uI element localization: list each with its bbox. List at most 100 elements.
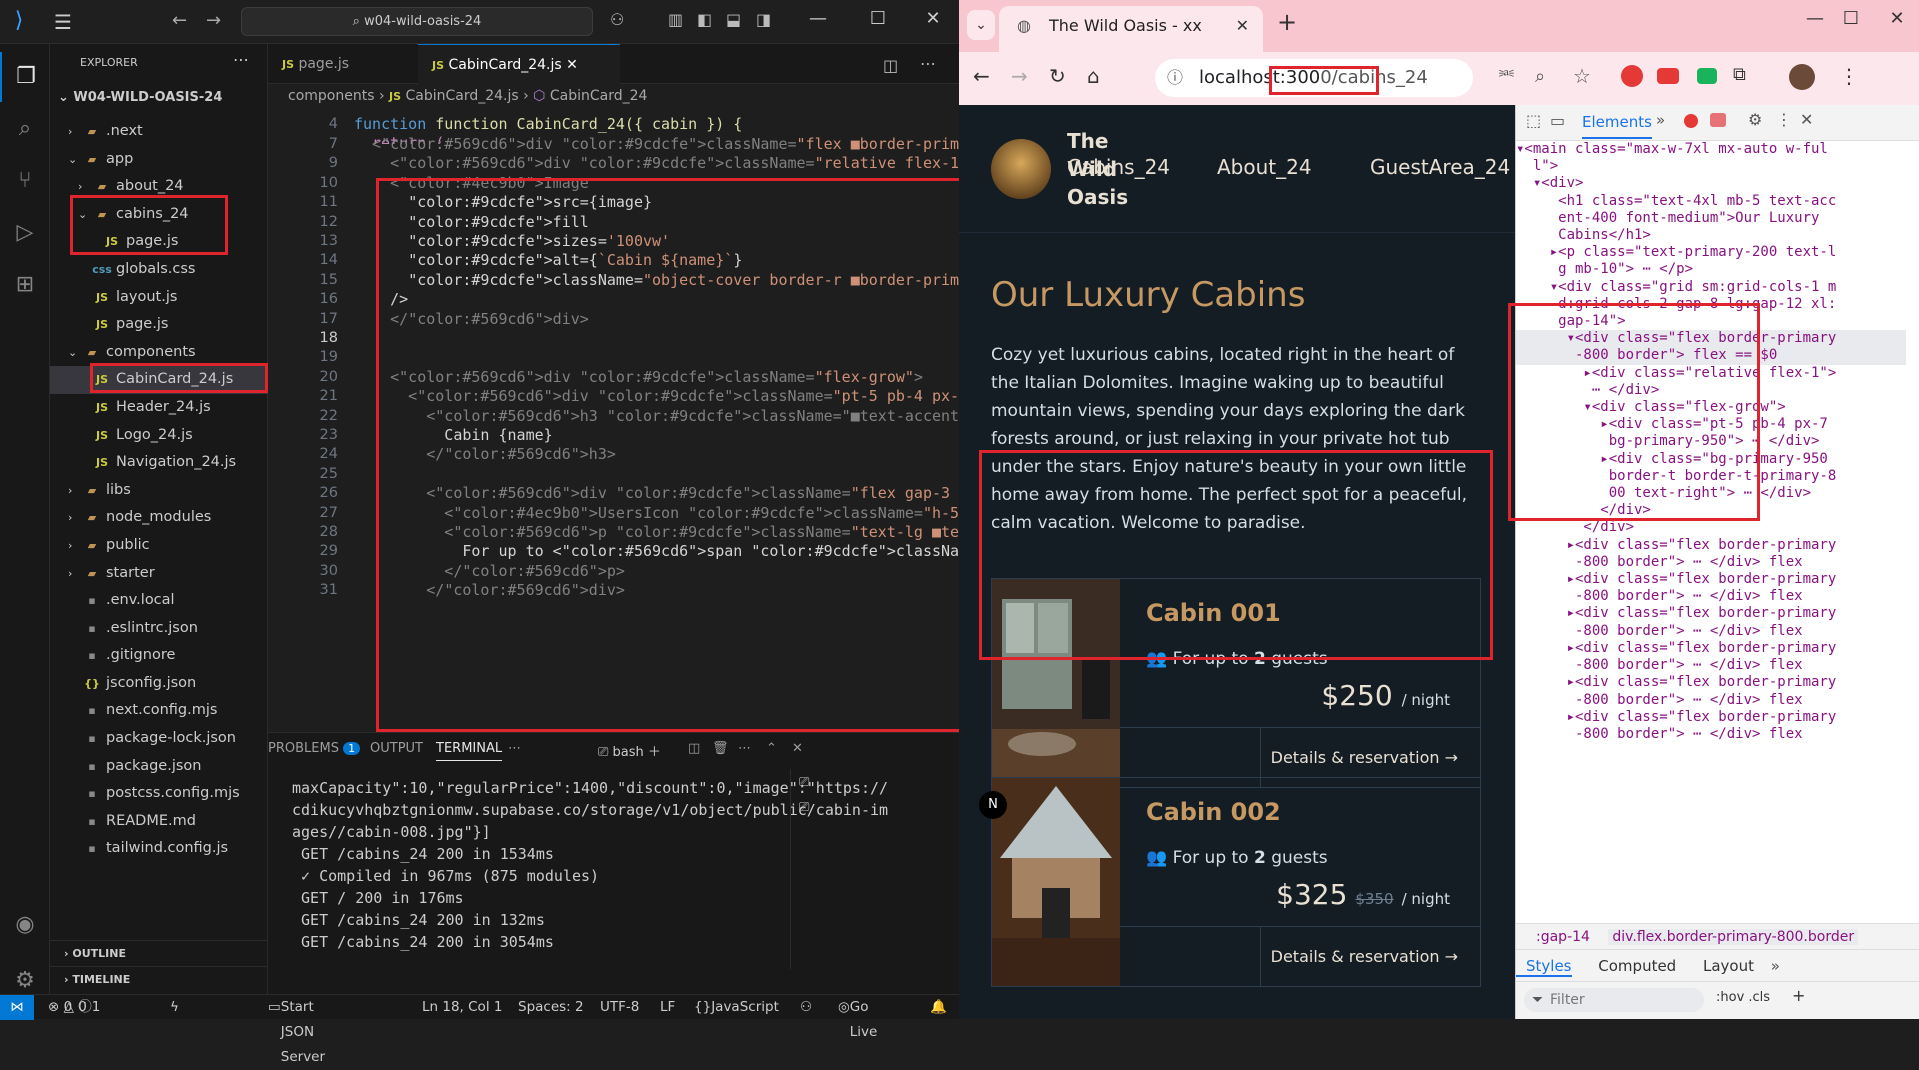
dom-node-line[interactable]: </div> xyxy=(1516,519,1906,536)
cursor-position[interactable]: Ln 18, Col 1 xyxy=(422,995,502,1020)
terminal-icon[interactable]: ⎚ xyxy=(799,775,818,790)
more-tabs-icon[interactable]: » xyxy=(1656,111,1665,129)
tab-page-js[interactable]: JS page.js xyxy=(268,44,418,84)
close-tab-icon[interactable]: ✕ xyxy=(566,57,578,73)
browser-tab[interactable]: ◍ The Wild Oasis - xx ✕ xyxy=(999,6,1263,52)
terminal-icon[interactable]: ⎚ xyxy=(799,800,818,815)
tab-styles[interactable]: Styles xyxy=(1516,957,1572,977)
dom-node-line[interactable]: ▸<div class="flex border-primary xyxy=(1516,605,1906,622)
tree-folder[interactable]: › ▰ starter xyxy=(50,560,268,588)
problems-status[interactable]: ⊗ 0 △ 0 ⓘ 1 xyxy=(48,995,100,1020)
nav-cabins[interactable]: Cabins_24 xyxy=(1067,155,1170,179)
toggle-secondary-sidebar-icon[interactable]: ◨ xyxy=(756,10,771,29)
close-button[interactable]: ✕ xyxy=(913,8,953,29)
encoding[interactable]: UTF-8 xyxy=(600,995,639,1020)
remote-icon[interactable]: ⋈ xyxy=(0,995,34,1020)
dom-node-line[interactable]: ⋯ </div> xyxy=(1516,382,1906,399)
home-icon[interactable]: ⌂ xyxy=(1087,64,1100,88)
extensions-puzzle-icon[interactable]: ⧉ xyxy=(1733,64,1746,85)
tree-file[interactable]: JS Header_24.js xyxy=(50,394,268,422)
tree-folder[interactable]: › ▰ libs xyxy=(50,477,268,505)
forward-arrow-icon[interactable]: → xyxy=(1011,64,1028,88)
dom-node-line[interactable]: </div> xyxy=(1516,502,1906,519)
tree-file[interactable]: ▪ package.json xyxy=(50,753,268,781)
close-icon[interactable]: ✕ xyxy=(1800,110,1813,129)
menu-icon[interactable]: ☰ xyxy=(54,10,72,34)
maximize-button[interactable]: ☐ xyxy=(1831,8,1871,29)
json-server-button[interactable]: ▭ Start JSON Server xyxy=(268,995,325,1065)
dom-node-line[interactable]: -800 border"> ⋯ </div> flex xyxy=(1516,726,1906,743)
dom-node-line[interactable]: l"> xyxy=(1516,158,1906,175)
dom-node-line[interactable]: ▸<div class="bg-primary-950 xyxy=(1516,451,1906,468)
bookmark-star-icon[interactable]: ☆ xyxy=(1573,64,1591,88)
hov-cls-toggles[interactable]: :hov .cls xyxy=(1716,990,1770,1005)
reload-icon[interactable]: ↻ xyxy=(1049,64,1066,88)
dom-node-line[interactable]: gap-14"> xyxy=(1516,313,1906,330)
close-button[interactable]: ✕ xyxy=(1877,8,1917,29)
maximize-panel-icon[interactable]: ⌃ xyxy=(766,741,777,756)
tab-cabincard[interactable]: JS CabinCard_24.js ✕ xyxy=(418,44,620,84)
more-icon[interactable]: ⋯ xyxy=(508,741,521,756)
dom-node-line[interactable]: <h1 class="text-4xl mb-5 text-acc xyxy=(1516,193,1906,210)
dom-node-line[interactable]: ▸<div class="pt-5 pb-4 px-7 xyxy=(1516,416,1906,433)
copilot-icon[interactable]: ⚇ xyxy=(800,995,812,1020)
more-tabs-icon[interactable]: » xyxy=(1759,957,1780,975)
nav-guest-area[interactable]: GuestArea_24 xyxy=(1370,155,1510,179)
dom-node-line[interactable]: ▾<div> xyxy=(1516,175,1906,192)
zoom-icon[interactable]: ⌕ xyxy=(1535,66,1545,87)
tree-file[interactable]: ▪ .env.local xyxy=(50,587,268,615)
dom-tree[interactable]: ▾<main class="max-w-7xl mx-auto w-ful l"… xyxy=(1516,141,1906,743)
tree-file[interactable]: ▪ tailwind.config.js xyxy=(50,835,268,863)
tree-file[interactable]: css globals.css xyxy=(50,256,268,284)
address-bar[interactable]: ⓘ localhost:3000/cabins_24 xyxy=(1155,59,1473,97)
error-icon[interactable] xyxy=(1684,114,1698,128)
dom-breadcrumb-item[interactable]: :gap-14 xyxy=(1516,929,1590,945)
dom-node-line[interactable]: ▸<p class="text-primary-200 text-l xyxy=(1516,244,1906,261)
tree-file[interactable]: JS page.js xyxy=(50,228,268,256)
extension-icon[interactable] xyxy=(1697,68,1717,84)
timeline-section[interactable]: › TIMELINE xyxy=(50,966,268,992)
dom-node-line[interactable]: ▸<div class="flex border-primary xyxy=(1516,537,1906,554)
more-menu-icon[interactable]: ⋮ xyxy=(1776,110,1792,129)
command-center-search[interactable]: ⌕ w04-wild-oasis-24 xyxy=(241,7,593,36)
avatar[interactable] xyxy=(1789,64,1815,90)
tree-folder[interactable]: ⌄ ▰ app xyxy=(50,146,268,174)
split-editor-icon[interactable]: ◫ xyxy=(883,56,898,75)
toggle-panel-icon[interactable]: ⬓ xyxy=(726,10,741,29)
tree-file[interactable]: JS layout.js xyxy=(50,284,268,312)
next-dev-badge[interactable]: N xyxy=(979,791,1007,819)
toggle-sidebar-icon[interactable]: ◧ xyxy=(697,10,712,29)
lightning-icon[interactable]: ϟ xyxy=(170,995,179,1020)
tree-file[interactable]: JS Logo_24.js xyxy=(50,422,268,450)
source-control-icon[interactable]: ⑂ xyxy=(0,156,50,206)
eol[interactable]: LF xyxy=(660,995,675,1020)
dom-node-line[interactable]: ent-400 font-medium">Our Luxury xyxy=(1516,210,1906,227)
dom-node-line[interactable]: ▸<div class="flex border-primary xyxy=(1516,640,1906,657)
tab-problems[interactable]: PROBLEMS 1 xyxy=(268,741,361,756)
dom-node-line[interactable]: -800 border"> ⋯ </div> flex xyxy=(1516,657,1906,674)
more-icon[interactable]: ⋯ xyxy=(738,741,751,756)
tab-output[interactable]: OUTPUT xyxy=(370,741,423,756)
dom-node-line[interactable]: -800 border"> flex == $0 xyxy=(1516,347,1906,365)
dom-node-line[interactable]: ▾<div class="flex-grow"> xyxy=(1516,399,1906,416)
more-actions-icon[interactable]: ⋯ xyxy=(920,54,936,73)
details-link[interactable]: Details & reservation → xyxy=(1271,947,1458,966)
notifications-icon[interactable]: 🔔 xyxy=(930,995,947,1020)
back-arrow-icon[interactable]: ← xyxy=(973,64,990,88)
tree-file[interactable]: JS Navigation_24.js xyxy=(50,449,268,477)
site-info-icon[interactable]: ⓘ xyxy=(1167,59,1183,97)
dom-node-line[interactable]: border-t border-t-primary-8 xyxy=(1516,468,1906,485)
search-icon[interactable]: ⌕ xyxy=(0,104,50,154)
breadcrumb-item[interactable]: CabinCard_24 xyxy=(550,88,648,104)
tree-folder[interactable]: › ▰ node_modules xyxy=(50,504,268,532)
tree-folder[interactable]: › ▰ public xyxy=(50,532,268,560)
close-panel-icon[interactable]: ✕ xyxy=(792,741,803,756)
dom-node-line[interactable]: ▸<div class="flex border-primary xyxy=(1516,709,1906,726)
breadcrumb-item[interactable]: CabinCard_24.js xyxy=(405,88,518,104)
dom-node-line[interactable]: 00 text-right"> ⋯ </div> xyxy=(1516,485,1906,502)
tree-file[interactable]: ▪ next.config.mjs xyxy=(50,697,268,725)
tree-folder[interactable]: ⌄ ▰ components xyxy=(50,339,268,367)
translate-icon[interactable]: ⎃ xyxy=(1499,66,1514,87)
tab-layout[interactable]: Layout xyxy=(1681,957,1754,975)
dom-node-line[interactable]: ▾<div class="grid sm:grid-cols-1 m xyxy=(1516,279,1906,296)
